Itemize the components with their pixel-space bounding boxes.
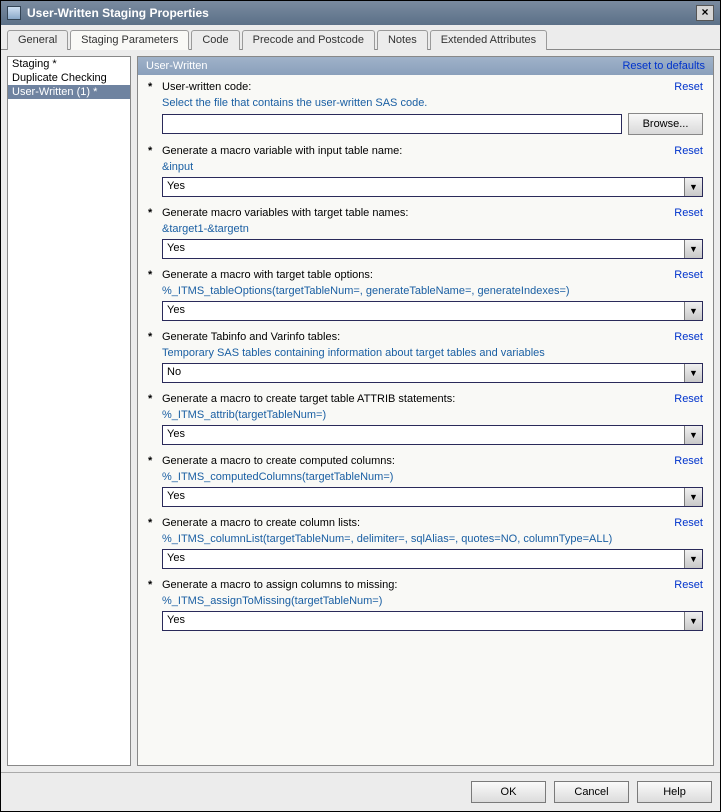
main-panel: User-Written Reset to defaults *User-wri…: [137, 56, 714, 766]
dropdown-value: Yes: [163, 178, 684, 196]
sidebar-item-duplicate-checking[interactable]: Duplicate Checking: [8, 71, 130, 85]
reset-to-defaults-link[interactable]: Reset to defaults: [622, 60, 705, 72]
tab-general[interactable]: General: [7, 30, 68, 50]
property-label: Generate a macro with target table optio…: [162, 269, 674, 281]
dropdown[interactable]: No▼: [162, 363, 703, 383]
window-title: User-Written Staging Properties: [27, 6, 209, 20]
property-sublabel: %_ITMS_assignToMissing(targetTableNum=): [162, 595, 703, 607]
chevron-down-icon[interactable]: ▼: [684, 302, 702, 320]
property-row: *Generate a macro variable with input ta…: [148, 145, 703, 197]
property-sublabel: Select the file that contains the user-w…: [162, 97, 703, 109]
reset-link[interactable]: Reset: [674, 517, 703, 529]
property-row: *Generate Tabinfo and Varinfo tables:Res…: [148, 331, 703, 383]
property-label: Generate a macro to assign columns to mi…: [162, 579, 674, 591]
reset-link[interactable]: Reset: [674, 331, 703, 343]
help-button[interactable]: Help: [637, 781, 712, 803]
required-star: *: [148, 455, 162, 467]
tab-staging-parameters[interactable]: Staging Parameters: [70, 30, 189, 50]
dropdown-value: Yes: [163, 426, 684, 444]
sidebar-item-staging[interactable]: Staging *: [8, 57, 130, 71]
close-button[interactable]: ×: [696, 5, 714, 21]
property-label: Generate a macro to create computed colu…: [162, 455, 674, 467]
property-label: Generate a macro to create column lists:: [162, 517, 674, 529]
property-sublabel: %_ITMS_tableOptions(targetTableNum=, gen…: [162, 285, 703, 297]
titlebar: User-Written Staging Properties ×: [1, 1, 720, 25]
property-sublabel: Temporary SAS tables containing informat…: [162, 347, 703, 359]
property-row: *Generate a macro to create target table…: [148, 393, 703, 445]
reset-link[interactable]: Reset: [674, 455, 703, 467]
dropdown[interactable]: Yes▼: [162, 549, 703, 569]
tab-extended-attributes[interactable]: Extended Attributes: [430, 30, 547, 50]
main-header: User-Written Reset to defaults: [138, 57, 713, 75]
main-body: *User-written code:ResetSelect the file …: [138, 75, 713, 765]
property-sublabel: %_ITMS_columnList(targetTableNum=, delim…: [162, 533, 703, 545]
dropdown-value: Yes: [163, 488, 684, 506]
dropdown[interactable]: Yes▼: [162, 301, 703, 321]
dropdown-value: No: [163, 364, 684, 382]
dropdown-value: Yes: [163, 612, 684, 630]
dropdown[interactable]: Yes▼: [162, 487, 703, 507]
dialog-window: User-Written Staging Properties × Genera…: [0, 0, 721, 812]
tab-strip: General Staging Parameters Code Precode …: [1, 25, 720, 50]
property-label: User-written code:: [162, 81, 674, 93]
dropdown[interactable]: Yes▼: [162, 425, 703, 445]
required-star: *: [148, 517, 162, 529]
reset-link[interactable]: Reset: [674, 207, 703, 219]
property-row: *Generate macro variables with target ta…: [148, 207, 703, 259]
sidebar-item-user-written[interactable]: User-Written (1) *: [8, 85, 130, 99]
chevron-down-icon[interactable]: ▼: [684, 240, 702, 258]
chevron-down-icon[interactable]: ▼: [684, 426, 702, 444]
browse-button[interactable]: Browse...: [628, 113, 703, 135]
dropdown-value: Yes: [163, 302, 684, 320]
tab-notes[interactable]: Notes: [377, 30, 428, 50]
property-label: Generate Tabinfo and Varinfo tables:: [162, 331, 674, 343]
property-sublabel: &target1-&targetn: [162, 223, 703, 235]
required-star: *: [148, 269, 162, 281]
tab-precode-postcode[interactable]: Precode and Postcode: [242, 30, 375, 50]
dropdown[interactable]: Yes▼: [162, 239, 703, 259]
dialog-footer: OK Cancel Help: [1, 772, 720, 811]
reset-link[interactable]: Reset: [674, 81, 703, 93]
dropdown-value: Yes: [163, 550, 684, 568]
main-header-title: User-Written: [146, 60, 208, 72]
reset-link[interactable]: Reset: [674, 145, 703, 157]
property-row: *Generate a macro to create computed col…: [148, 455, 703, 507]
chevron-down-icon[interactable]: ▼: [684, 364, 702, 382]
property-sublabel: %_ITMS_computedColumns(targetTableNum=): [162, 471, 703, 483]
dropdown[interactable]: Yes▼: [162, 177, 703, 197]
sidebar: Staging * Duplicate Checking User-Writte…: [7, 56, 131, 766]
property-row: *Generate a macro with target table opti…: [148, 269, 703, 321]
property-sublabel: %_ITMS_attrib(targetTableNum=): [162, 409, 703, 421]
required-star: *: [148, 81, 162, 93]
reset-link[interactable]: Reset: [674, 269, 703, 281]
file-path-input[interactable]: [162, 114, 622, 134]
property-label: Generate a macro to create target table …: [162, 393, 674, 405]
required-star: *: [148, 331, 162, 343]
property-row: *Generate a macro to assign columns to m…: [148, 579, 703, 631]
chevron-down-icon[interactable]: ▼: [684, 550, 702, 568]
dropdown-value: Yes: [163, 240, 684, 258]
property-label: Generate a macro variable with input tab…: [162, 145, 674, 157]
property-sublabel: &input: [162, 161, 703, 173]
required-star: *: [148, 145, 162, 157]
ok-button[interactable]: OK: [471, 781, 546, 803]
chevron-down-icon[interactable]: ▼: [684, 488, 702, 506]
reset-link[interactable]: Reset: [674, 393, 703, 405]
chevron-down-icon[interactable]: ▼: [684, 612, 702, 630]
chevron-down-icon[interactable]: ▼: [684, 178, 702, 196]
required-star: *: [148, 393, 162, 405]
required-star: *: [148, 579, 162, 591]
cancel-button[interactable]: Cancel: [554, 781, 629, 803]
property-row: *Generate a macro to create column lists…: [148, 517, 703, 569]
reset-link[interactable]: Reset: [674, 579, 703, 591]
dropdown[interactable]: Yes▼: [162, 611, 703, 631]
property-row: *User-written code:Reset Select the file …: [148, 81, 703, 135]
app-icon: [7, 6, 21, 20]
tab-code[interactable]: Code: [191, 30, 239, 50]
property-label: Generate macro variables with target tab…: [162, 207, 674, 219]
required-star: *: [148, 207, 162, 219]
